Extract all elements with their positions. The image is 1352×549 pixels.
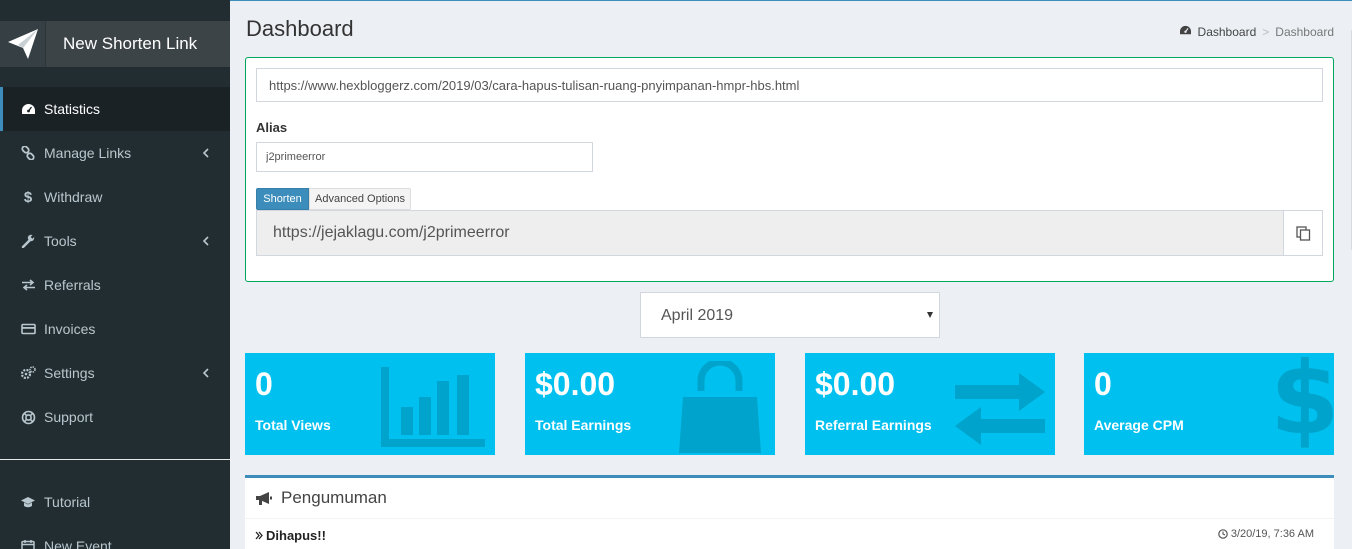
calendar-icon	[20, 538, 36, 549]
sidebar-menu-secondary: Tutorial New Event	[0, 480, 230, 549]
sidebar-item-withdraw[interactable]: $ Withdraw	[0, 175, 230, 219]
announcement-item-time-text: 3/20/19, 7:36 AM	[1230, 528, 1314, 540]
dashboard-icon	[20, 101, 36, 117]
stat-label: Total Views	[255, 417, 331, 433]
stat-label: Referral Earnings	[815, 417, 932, 433]
exchange-icon	[955, 373, 1045, 445]
month-select[interactable]: April 2019	[640, 292, 940, 338]
url-input[interactable]	[256, 68, 1323, 102]
sidebar-item-tools[interactable]: Tools	[0, 219, 230, 263]
announcement-item[interactable]: Dihapus!! 3/20/19, 7:36 AM	[255, 528, 1324, 543]
sidebar-item-label: New Event	[44, 538, 112, 549]
breadcrumb-link-dashboard[interactable]: Dashboard	[1198, 25, 1257, 39]
sidebar-item-new-event[interactable]: New Event	[0, 524, 230, 549]
advanced-options-button[interactable]: Advanced Options	[309, 188, 411, 210]
announcement-item-title: Dihapus!!	[266, 528, 326, 543]
stat-label: Average CPM	[1094, 417, 1184, 433]
sidebar-item-statistics[interactable]: Statistics	[0, 87, 230, 131]
shopping-bag-icon	[679, 361, 761, 453]
dashboard-icon	[1179, 25, 1192, 39]
sidebar-item-manage-links[interactable]: Manage Links	[0, 131, 230, 175]
cogs-icon	[20, 365, 36, 381]
clock-icon	[1218, 529, 1228, 539]
sidebar-item-label: Tools	[44, 233, 77, 249]
sidebar-item-label: Manage Links	[44, 145, 132, 161]
sidebar-item-invoices[interactable]: Invoices	[0, 307, 230, 351]
announcement-panel: Pengumuman Dihapus!! 3/20/19, 7:36 AM	[245, 475, 1334, 549]
bullhorn-icon	[256, 491, 272, 505]
breadcrumb-current: Dashboard	[1275, 25, 1334, 39]
sidebar-item-referrals[interactable]: Referrals	[0, 263, 230, 307]
stat-value: 0	[1094, 366, 1112, 402]
alias-label: Alias	[256, 120, 288, 135]
stat-value: 0	[255, 366, 273, 402]
copy-button[interactable]	[1283, 210, 1323, 256]
new-shorten-link-label: New Shorten Link	[45, 21, 230, 67]
stat-value: $0.00	[535, 366, 616, 402]
announcement-title: Pengumuman	[281, 488, 387, 507]
exchange-icon	[20, 277, 36, 293]
chevron-left-icon	[202, 236, 209, 246]
stat-box-referral-earnings: $0.00 Referral Earnings	[805, 353, 1055, 455]
sidebar-item-label: Settings	[44, 365, 95, 381]
copy-icon	[1295, 225, 1310, 241]
sidebar-item-tutorial[interactable]: Tutorial	[0, 480, 230, 524]
top-border	[230, 0, 1352, 1]
bar-chart-icon	[381, 367, 485, 447]
dollar-icon: $	[23, 188, 33, 206]
sidebar-item-support[interactable]: Support	[0, 395, 230, 439]
breadcrumb: Dashboard > Dashboard	[1179, 25, 1334, 39]
alias-input[interactable]	[256, 142, 593, 172]
double-chevron-right-icon	[255, 528, 263, 543]
life-ring-icon	[20, 409, 36, 425]
sidebar-item-label: Tutorial	[44, 494, 91, 510]
sidebar-item-settings[interactable]: Settings	[0, 351, 230, 395]
sidebar-item-label: Support	[44, 409, 94, 425]
sidebar-menu: Statistics Manage Links $ Withdraw Tools…	[0, 87, 230, 439]
shortened-url-output[interactable]: https://jejaklagu.com/j2primeerror	[256, 210, 1284, 256]
new-shorten-link-button[interactable]: New Shorten Link	[0, 21, 230, 67]
chevron-left-icon	[202, 368, 209, 378]
breadcrumb-separator: >	[1262, 25, 1270, 39]
sidebar-item-label: Statistics	[44, 101, 101, 117]
shorten-link-panel: Alias Shorten Advanced Options https://j…	[245, 57, 1334, 282]
stat-box-total-earnings: $0.00 Total Earnings	[525, 353, 775, 455]
stat-value: $0.00	[815, 366, 896, 402]
page-title: Dashboard	[246, 16, 354, 41]
paper-plane-icon	[0, 21, 45, 67]
graduation-cap-icon	[20, 494, 36, 510]
sidebar: New Shorten Link Statistics Manage Links…	[0, 0, 230, 549]
announcement-item-time: 3/20/19, 7:36 AM	[1218, 528, 1314, 540]
sidebar-item-label: Referrals	[44, 277, 101, 293]
sidebar-item-label: Invoices	[44, 321, 96, 337]
stat-label: Total Earnings	[535, 417, 632, 433]
sidebar-divider	[0, 459, 230, 460]
wrench-icon	[20, 233, 36, 249]
month-select-value: April 2019	[661, 307, 734, 324]
shorten-button[interactable]: Shorten	[256, 188, 309, 210]
caret-down-icon	[927, 312, 933, 318]
stat-box-total-views: 0 Total Views	[245, 353, 495, 455]
credit-card-icon	[20, 321, 36, 337]
link-icon	[20, 145, 36, 161]
dollar-icon: $	[1270, 353, 1334, 455]
chevron-left-icon	[202, 148, 209, 158]
stat-box-average-cpm: 0 Average CPM $	[1084, 353, 1334, 455]
announcement-header: Pengumuman	[245, 478, 1334, 519]
sidebar-item-label: Withdraw	[44, 189, 103, 205]
